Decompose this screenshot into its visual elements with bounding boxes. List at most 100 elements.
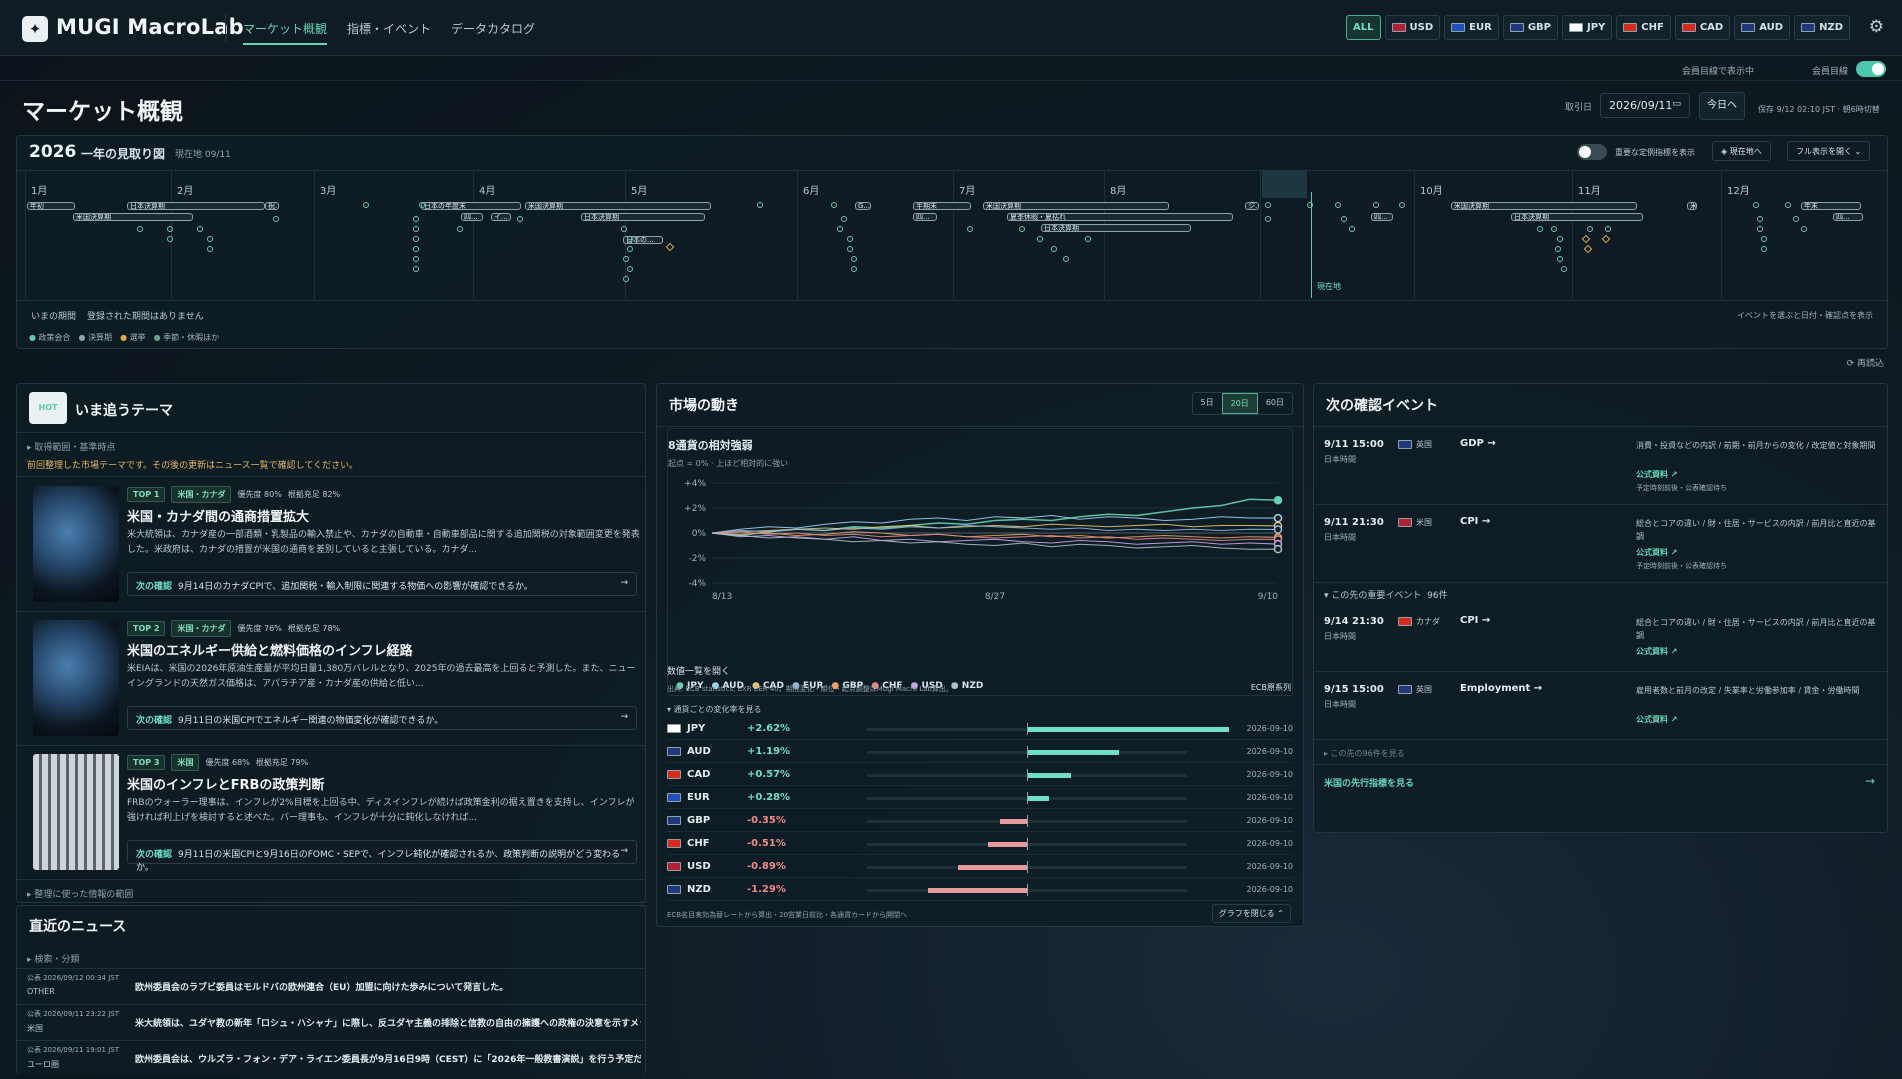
period-bar[interactable]: ジ...: [1245, 202, 1259, 210]
period-bar[interactable]: 米国決算期: [73, 213, 193, 221]
official-source-link[interactable]: 公式資料 ↗: [1636, 714, 1678, 725]
event-dot[interactable]: [207, 236, 213, 242]
event-dot[interactable]: [517, 216, 523, 222]
event-dot[interactable]: [851, 256, 857, 262]
period-bar[interactable]: 四...: [1833, 213, 1863, 221]
event-dot[interactable]: [1785, 202, 1791, 208]
period-bar[interactable]: 日本決算期: [127, 202, 265, 210]
event-dot[interactable]: [1063, 256, 1069, 262]
next-check-bar[interactable]: 次の確認 9月11日の米国CPIでエネルギー関連の物価変化が確認できるか。 →: [127, 706, 637, 730]
next-check-bar[interactable]: 次の確認 9月14日のカナダCPIで、追加関税・輸入制限に関連する物価への影響が確…: [127, 572, 637, 596]
currency-aud-button[interactable]: AUD: [1734, 15, 1791, 40]
event-dot[interactable]: [1753, 202, 1759, 208]
event-dot[interactable]: [413, 266, 419, 272]
next-check-bar[interactable]: 次の確認 9月11日の米国CPIと9月16日のFOMC・SEPで、インフレ鈍化が確…: [127, 840, 637, 873]
event-dot[interactable]: [413, 246, 419, 252]
event-dot[interactable]: [1335, 202, 1341, 208]
scope-toggle[interactable]: ▸ 取得範囲・基準時点: [27, 440, 115, 453]
event-name[interactable]: CPI →: [1460, 615, 1490, 626]
period-bar[interactable]: 半期末: [913, 202, 971, 210]
change-row[interactable]: NZD -1.29% 2026-09-10: [667, 879, 1293, 901]
theme-card[interactable]: TOP 2 米国・カナダ 優先度 76% 根拠充足 78% 米国のエネルギー供給と燃料価…: [17, 612, 645, 746]
event-dot[interactable]: [627, 246, 633, 252]
event-dot[interactable]: [627, 236, 633, 242]
event-dot[interactable]: [167, 236, 173, 242]
change-row[interactable]: CHF -0.51% 2026-09-10: [667, 833, 1293, 855]
date-input[interactable]: 2026/09/11 ▭: [1600, 93, 1690, 118]
event-dot[interactable]: [967, 226, 973, 232]
sources-toggle[interactable]: ▸ 整理に使った情報の範囲: [27, 887, 133, 900]
event-dot[interactable]: [1801, 226, 1807, 232]
legend-item-nzd[interactable]: ● NZD: [951, 681, 984, 691]
event-dot[interactable]: [837, 226, 843, 232]
election-marker[interactable]: [1581, 234, 1591, 244]
election-marker[interactable]: [1601, 234, 1611, 244]
table-toggle[interactable]: 数値一覧を開く: [667, 664, 730, 677]
event-dot[interactable]: [1757, 226, 1763, 232]
ecb-source-link[interactable]: ECB原系列: [1251, 682, 1291, 693]
period-bar[interactable]: 日本決算期: [1511, 213, 1643, 221]
nav-data-catalog[interactable]: データカタログ: [451, 20, 535, 45]
event-dot[interactable]: [1757, 216, 1763, 222]
see-more-link[interactable]: ▸ この先の96件を見る: [1324, 748, 1405, 759]
theme-card[interactable]: TOP 1 米国・カナダ 優先度 80% 根拠充足 82% 米国・カナダ間の通商措置拡大…: [17, 478, 645, 612]
currency-nzd-button[interactable]: NZD: [1794, 15, 1850, 40]
period-bar[interactable]: 日本の年度末: [421, 202, 521, 210]
series-end-point[interactable]: [1273, 544, 1283, 554]
event-dot[interactable]: [207, 246, 213, 252]
event-dot[interactable]: [851, 266, 857, 272]
official-source-link[interactable]: 公式資料 ↗: [1636, 547, 1678, 558]
news-item[interactable]: 公表 2026/09/12 00:34 JST OTHER 欧州委員会のラブビ委員は…: [17, 968, 645, 1004]
theme-card[interactable]: TOP 3 米国 優先度 68% 根拠充足 79% 米国のインフレとFRBの政策判断 FR…: [17, 746, 645, 880]
series-end-point[interactable]: [1273, 513, 1283, 523]
currency-jpy-button[interactable]: JPY: [1561, 15, 1613, 40]
period-bar[interactable]: 日本決算期: [1041, 224, 1191, 232]
period-bar[interactable]: 四...: [461, 213, 483, 221]
period-bar[interactable]: G...: [855, 202, 871, 210]
event-dot[interactable]: [1341, 216, 1347, 222]
event-dot[interactable]: [623, 256, 629, 262]
event-dot[interactable]: [197, 226, 203, 232]
currency-eur-button[interactable]: EUR: [1444, 15, 1499, 40]
event-dot[interactable]: [167, 226, 173, 232]
reload-button[interactable]: ⟳ 再読込: [1847, 356, 1884, 369]
change-row[interactable]: EUR +0.28% 2026-09-10: [667, 787, 1293, 809]
event-dot[interactable]: [1551, 226, 1557, 232]
event-dot[interactable]: [1265, 216, 1271, 222]
event-dot[interactable]: [623, 276, 629, 282]
currency-cad-button[interactable]: CAD: [1674, 15, 1731, 40]
event-dot[interactable]: [1307, 202, 1313, 208]
change-row[interactable]: AUD +1.19% 2026-09-10: [667, 741, 1293, 763]
change-toggle[interactable]: ▾ 通貨ごとの変化率を見る: [667, 704, 761, 715]
currency-gbp-button[interactable]: GBP: [1502, 15, 1558, 40]
event-dot[interactable]: [419, 202, 425, 208]
nav-indicators-events[interactable]: 指標・イベント: [347, 20, 431, 45]
today-button[interactable]: 今日へ: [1699, 92, 1745, 120]
leading-indicators-link[interactable]: 米国の先行指標を見る: [1324, 776, 1414, 789]
change-row[interactable]: USD -0.89% 2026-09-10: [667, 856, 1293, 878]
event-dot[interactable]: [1051, 246, 1057, 252]
period-bar[interactable]: 年末: [1801, 202, 1861, 210]
event-dot[interactable]: [1349, 226, 1355, 232]
period-bar[interactable]: 米国決算期: [1451, 202, 1637, 210]
series-end-point[interactable]: [1273, 525, 1283, 534]
news-item[interactable]: 公表 2026/09/11 23:22 JST 米国 米大統領は、ユダヤ教の新年「ロ…: [17, 1004, 645, 1040]
event-dot[interactable]: [1793, 216, 1799, 222]
event-dot[interactable]: [1561, 266, 1567, 272]
event-row[interactable]: 9/14 21:30 日本時間 カナダ CPI → 総合とコアの違い / 財・住居・サー…: [1314, 604, 1887, 672]
more-events-toggle[interactable]: ▾ この先の重要イベント 96件: [1324, 588, 1448, 601]
news-filter-toggle[interactable]: ▸ 検索・分類: [27, 952, 79, 965]
event-dot[interactable]: [413, 226, 419, 232]
event-dot[interactable]: [413, 236, 419, 242]
event-dot[interactable]: [621, 226, 627, 232]
period-bar[interactable]: 四...: [913, 213, 937, 221]
close-graph-button[interactable]: グラフを閉じる ⌃: [1211, 904, 1291, 923]
event-dot[interactable]: [1605, 226, 1611, 232]
period-bar[interactable]: 米国決算期: [525, 202, 711, 210]
event-dot[interactable]: [1265, 202, 1271, 208]
series-end-point[interactable]: [1273, 496, 1283, 505]
currency-chf-button[interactable]: CHF: [1616, 15, 1671, 40]
event-dot[interactable]: [1373, 202, 1379, 208]
event-name[interactable]: CPI →: [1460, 516, 1490, 527]
period-bar[interactable]: 米: [1687, 202, 1697, 210]
